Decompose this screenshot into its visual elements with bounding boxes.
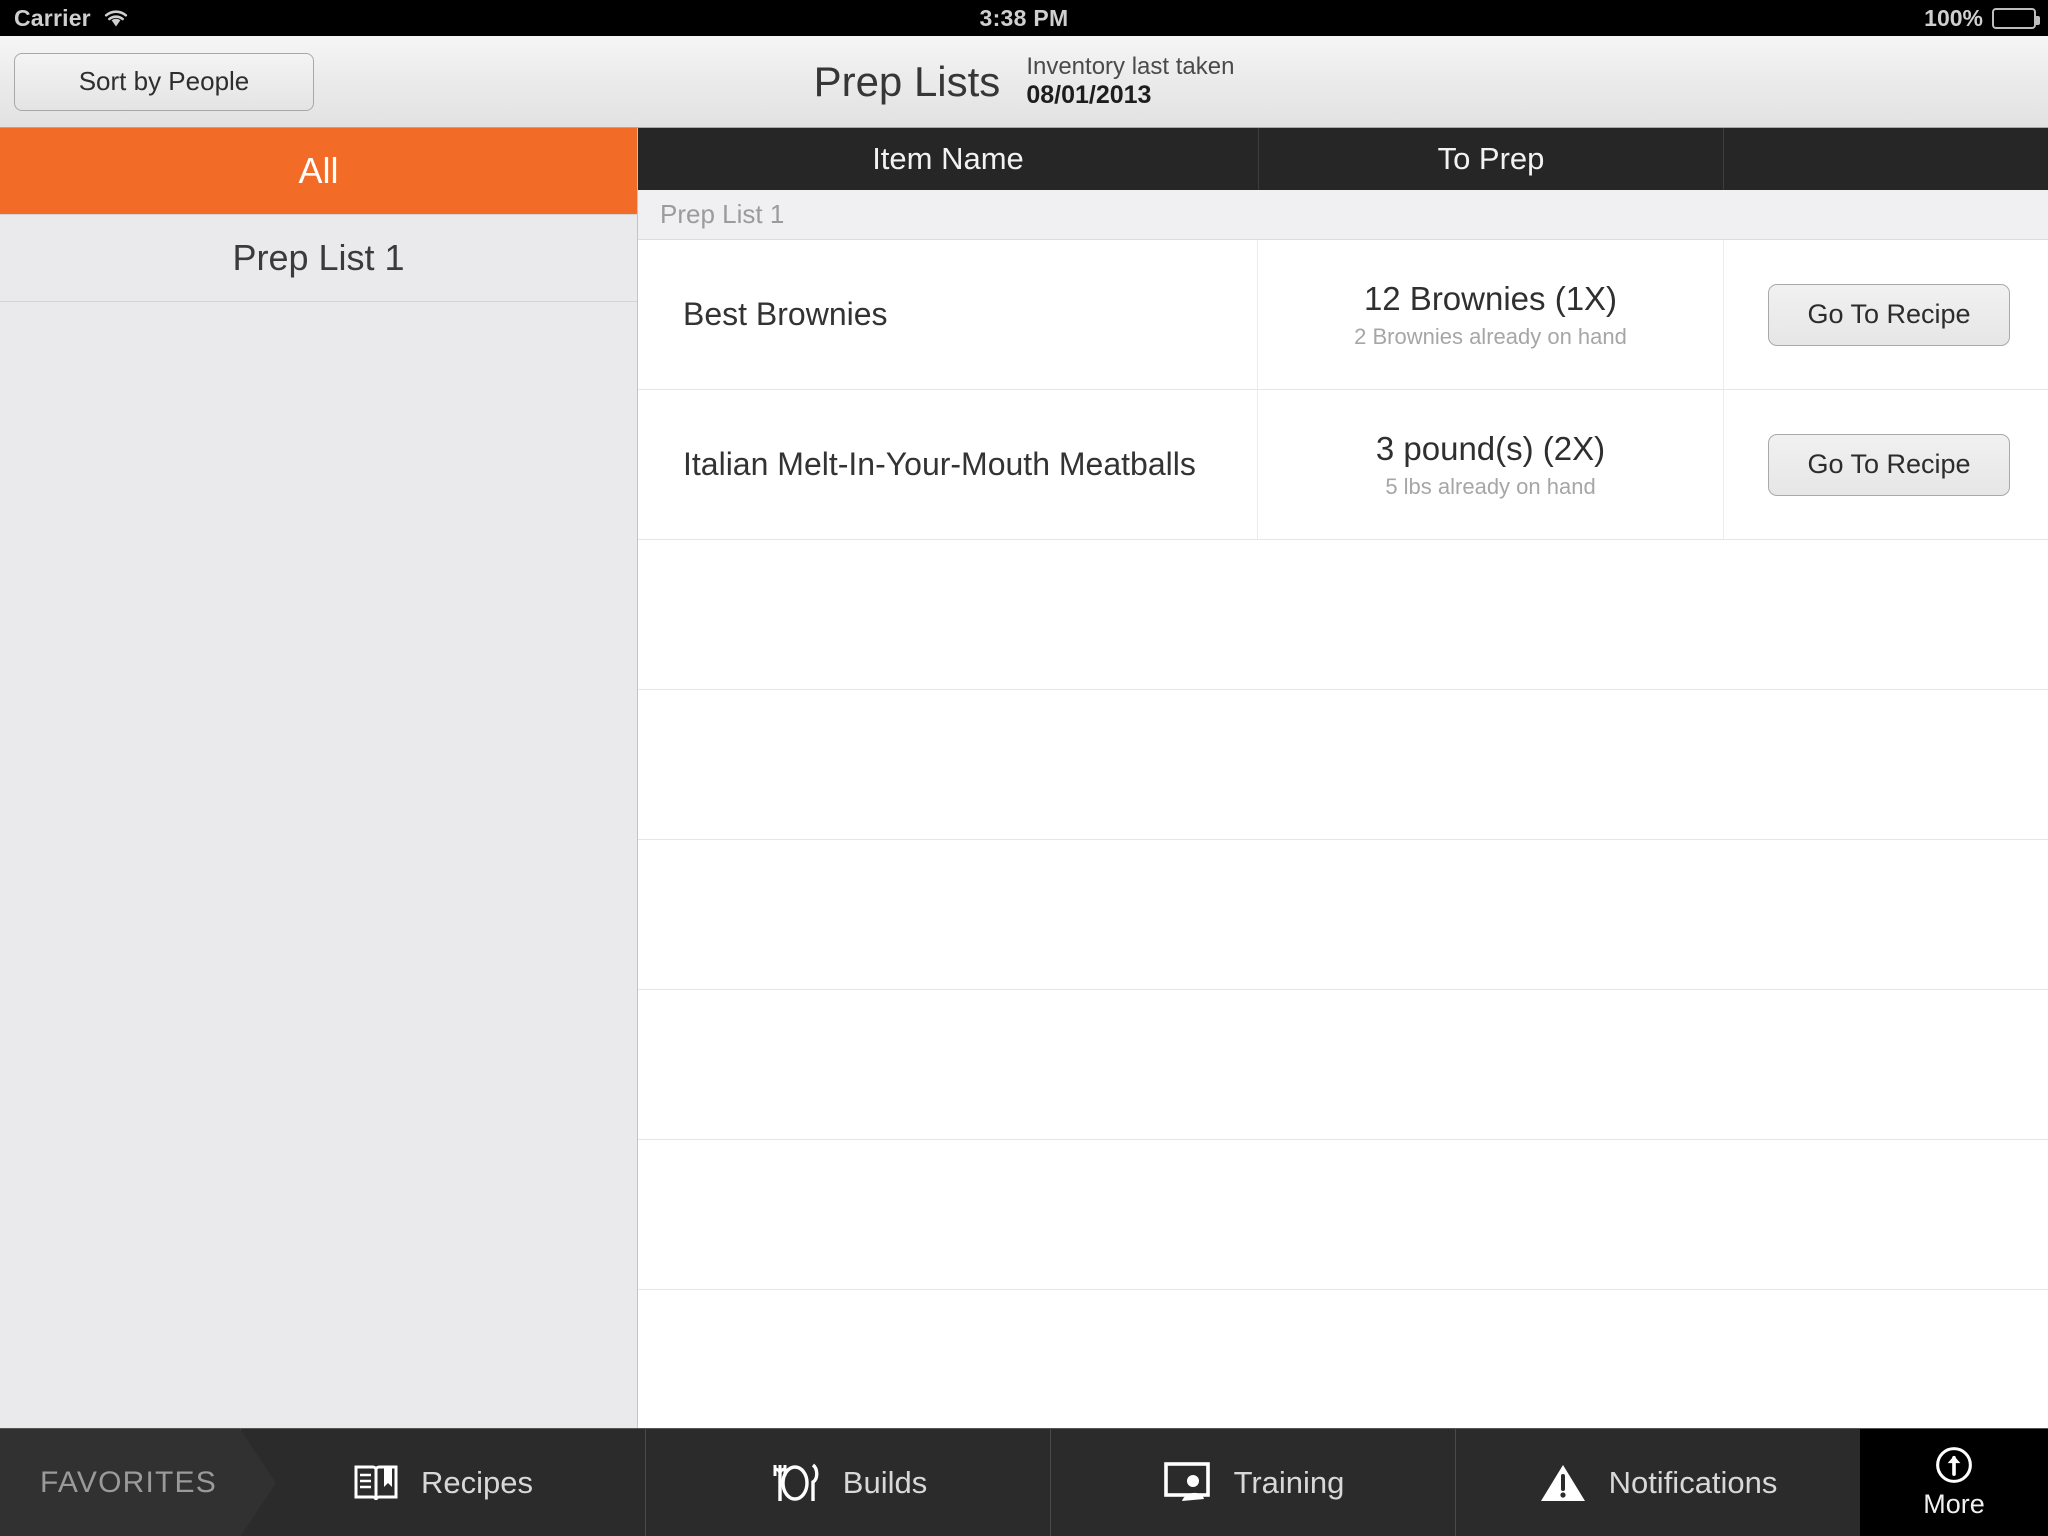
battery-icon	[1992, 7, 2040, 29]
table-empty-row	[638, 1140, 2048, 1290]
tab-label-more: More	[1923, 1489, 1985, 1519]
table-empty-row	[638, 540, 2048, 690]
cell-to-prep: 12 Brownies (1X) 2 Brownies already on h…	[1258, 240, 1724, 389]
column-header-to-prep: To Prep	[1258, 128, 1724, 190]
sidebar-item-prep-list-1[interactable]: Prep List 1	[0, 215, 637, 302]
tab-label-notifications: Notifications	[1608, 1464, 1778, 1500]
cell-to-prep: 3 pound(s) (2X) 5 lbs already on hand	[1258, 390, 1724, 539]
circle-up-arrow-icon	[1934, 1445, 1974, 1485]
inventory-last-taken-label: Inventory last taken	[1026, 52, 1235, 80]
table-header-row: Item Name To Prep	[638, 128, 2048, 190]
inventory-info: Inventory last taken 08/01/2013	[1026, 53, 1234, 111]
tab-builds[interactable]: Builds	[645, 1429, 1050, 1536]
book-icon	[353, 1462, 399, 1504]
tab-recipes[interactable]: Recipes	[240, 1429, 645, 1536]
to-prep-quantity: 12 Brownies (1X)	[1363, 279, 1618, 317]
go-to-recipe-button[interactable]: Go To Recipe	[1768, 283, 2010, 346]
table-empty-row	[638, 690, 2048, 840]
cell-item-name: Best Brownies	[638, 240, 1258, 389]
tab-training[interactable]: Training	[1050, 1429, 1455, 1536]
prep-list-sidebar: All Prep List 1	[0, 128, 638, 1428]
table-empty-row	[638, 840, 2048, 990]
table-empty-row	[638, 1290, 2048, 1428]
on-hand-note: 2 Brownies already on hand	[1354, 323, 1627, 349]
page-title: Prep Lists	[813, 57, 1001, 105]
inventory-last-taken-date: 08/01/2013	[1026, 80, 1152, 109]
sidebar-item-all[interactable]: All	[0, 128, 637, 215]
item-name-text: Italian Melt-In-Your-Mouth Meatballs	[683, 445, 1196, 482]
sidebar-empty-space	[0, 302, 637, 1428]
table-empty-row	[638, 990, 2048, 1140]
table-row[interactable]: Italian Melt-In-Your-Mouth Meatballs 3 p…	[638, 390, 2048, 540]
tab-label-builds: Builds	[842, 1464, 928, 1500]
table-body: Best Brownies 12 Brownies (1X) 2 Brownie…	[638, 240, 2048, 1428]
warning-triangle-icon	[1539, 1462, 1587, 1504]
navigation-bar: Sort by People Prep Lists Inventory last…	[0, 36, 2048, 128]
tab-more[interactable]: More	[1860, 1429, 2048, 1536]
tab-notifications[interactable]: Notifications	[1455, 1429, 1860, 1536]
go-to-recipe-button[interactable]: Go To Recipe	[1768, 433, 2010, 496]
tab-label-training: Training	[1233, 1464, 1345, 1500]
item-name-text: Best Brownies	[683, 295, 888, 332]
prep-list-table: Item Name To Prep Prep List 1 Best Brown…	[638, 128, 2048, 1428]
to-prep-quantity: 3 pound(s) (2X)	[1375, 429, 1606, 467]
cell-action: Go To Recipe	[1724, 240, 2048, 389]
tab-label-recipes: Recipes	[421, 1464, 533, 1500]
status-bar-clock: 3:38 PM	[979, 4, 1069, 31]
sort-by-people-button[interactable]: Sort by People	[14, 52, 314, 111]
table-row[interactable]: Best Brownies 12 Brownies (1X) 2 Brownie…	[638, 240, 2048, 390]
column-header-action	[1724, 128, 2048, 190]
app-root: Carrier 3:38 PM 100% Sort by People Prep…	[0, 0, 2048, 1536]
status-bar: Carrier 3:38 PM 100%	[0, 0, 2048, 36]
cell-item-name: Italian Melt-In-Your-Mouth Meatballs	[638, 390, 1258, 539]
favorites-label: FAVORITES	[0, 1429, 276, 1536]
cutlery-icon	[769, 1461, 821, 1505]
main-body: All Prep List 1 Item Name To Prep Prep L…	[0, 128, 2048, 1428]
bottom-tab-bar: FAVORITES Recipes Builds Training Notifi…	[0, 1428, 2048, 1536]
presentation-icon	[1162, 1461, 1212, 1505]
on-hand-note: 5 lbs already on hand	[1385, 473, 1596, 499]
column-header-item-name: Item Name	[872, 141, 1024, 176]
table-section-header: Prep List 1	[638, 190, 2048, 240]
cell-action: Go To Recipe	[1724, 390, 2048, 539]
